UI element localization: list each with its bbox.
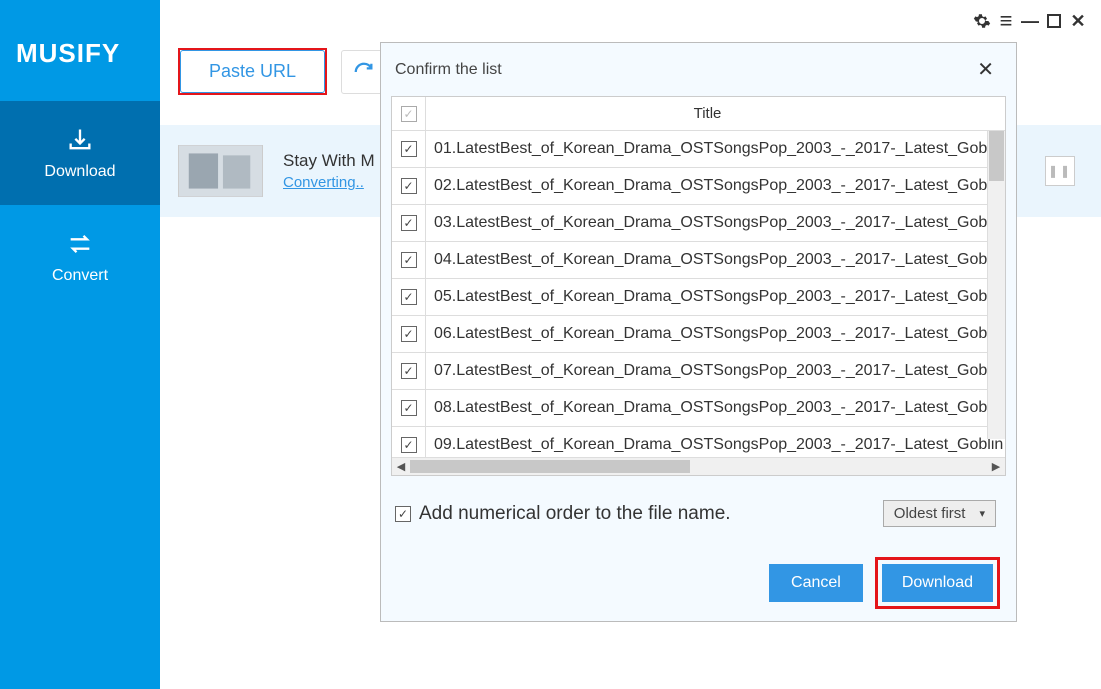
item-title: 03.LatestBest_of_Korean_Drama_OSTSongsPo… — [426, 214, 1003, 232]
item-title: 05.LatestBest_of_Korean_Drama_OSTSongsPo… — [426, 288, 1003, 306]
dialog-title: Confirm the list — [395, 61, 502, 79]
convert-icon — [65, 229, 95, 259]
list-item[interactable]: ✓ 05.LatestBest_of_Korean_Drama_OSTSongsP… — [392, 279, 1005, 316]
list-body: ✓ 01.LatestBest_of_Korean_Drama_OSTSongsP… — [392, 131, 1005, 457]
sort-order-select[interactable]: Oldest first ▾ — [883, 500, 996, 527]
numerical-order-option[interactable]: ✓ Add numerical order to the file name. — [395, 503, 731, 525]
list-item[interactable]: ✓ 03.LatestBest_of_Korean_Drama_OSTSongsP… — [392, 205, 1005, 242]
item-checkbox[interactable]: ✓ — [401, 178, 417, 194]
settings-icon[interactable] — [971, 10, 993, 32]
item-title: 01.LatestBest_of_Korean_Drama_OSTSongsPo… — [426, 140, 1003, 158]
sort-order-label: Oldest first — [894, 505, 966, 522]
item-checkbox[interactable]: ✓ — [401, 215, 417, 231]
list-item[interactable]: ✓ 08.LatestBest_of_Korean_Drama_OSTSongsP… — [392, 390, 1005, 427]
download-highlight: Download — [875, 557, 1000, 609]
paste-url-button[interactable]: Paste URL — [180, 50, 325, 93]
vertical-scroll-thumb[interactable] — [989, 131, 1004, 181]
maximize-icon[interactable] — [1043, 10, 1065, 32]
dialog-close-button[interactable]: ✕ — [973, 57, 998, 82]
item-checkbox[interactable]: ✓ — [401, 289, 417, 305]
minimize-icon[interactable]: — — [1019, 10, 1041, 32]
dialog-header: Confirm the list ✕ — [381, 43, 1016, 92]
sidebar: MUSIFY Download Convert — [0, 0, 160, 689]
download-icon — [65, 125, 95, 155]
confirm-list-dialog: Confirm the list ✕ ✓ Title ✓ 01.LatestBes… — [380, 42, 1017, 622]
column-title: Title — [426, 105, 1005, 122]
chevron-down-icon: ▾ — [979, 507, 985, 520]
download-button[interactable]: Download — [882, 564, 993, 602]
item-checkbox[interactable]: ✓ — [401, 363, 417, 379]
nav-convert-label: Convert — [52, 267, 108, 285]
numerical-order-checkbox[interactable]: ✓ — [395, 506, 411, 522]
list-item[interactable]: ✓ 01.LatestBest_of_Korean_Drama_OSTSongsP… — [392, 131, 1005, 168]
item-title: 02.LatestBest_of_Korean_Drama_OSTSongsPo… — [426, 177, 1003, 195]
item-title: 07.LatestBest_of_Korean_Drama_OSTSongsPo… — [426, 362, 1003, 380]
item-checkbox[interactable]: ✓ — [401, 252, 417, 268]
item-title: 04.LatestBest_of_Korean_Drama_OSTSongsPo… — [426, 251, 1003, 269]
file-list: ✓ Title ✓ 01.LatestBest_of_Korean_Drama_O… — [391, 96, 1006, 476]
vertical-scrollbar[interactable] — [987, 131, 1005, 439]
numerical-order-label: Add numerical order to the file name. — [419, 503, 731, 525]
scroll-left-arrow[interactable]: ◀ — [392, 458, 410, 475]
item-title: 09.LatestBest_of_Korean_Drama_OSTSongsPo… — [426, 436, 1003, 454]
refresh-icon — [353, 61, 375, 83]
horizontal-scroll-thumb[interactable] — [410, 460, 690, 473]
menu-icon[interactable]: ≡ — [995, 10, 1017, 32]
item-title: 08.LatestBest_of_Korean_Drama_OSTSongsPo… — [426, 399, 1003, 417]
scroll-right-arrow[interactable]: ▶ — [987, 458, 1005, 475]
pause-icon: ❚❚ — [1048, 164, 1072, 178]
track-thumbnail — [178, 145, 263, 197]
item-checkbox[interactable]: ✓ — [401, 400, 417, 416]
paste-url-highlight: Paste URL — [178, 48, 327, 95]
list-item[interactable]: ✓ 09.LatestBest_of_Korean_Drama_OSTSongsP… — [392, 427, 1005, 457]
options-row: ✓ Add numerical order to the file name. … — [381, 476, 1016, 537]
list-item[interactable]: ✓ 07.LatestBest_of_Korean_Drama_OSTSongsP… — [392, 353, 1005, 390]
list-item[interactable]: ✓ 02.LatestBest_of_Korean_Drama_OSTSongsP… — [392, 168, 1005, 205]
item-checkbox[interactable]: ✓ — [401, 326, 417, 342]
list-item[interactable]: ✓ 04.LatestBest_of_Korean_Drama_OSTSongsP… — [392, 242, 1005, 279]
item-checkbox[interactable]: ✓ — [401, 141, 417, 157]
nav-download-label: Download — [44, 163, 115, 181]
dialog-buttons: Cancel Download — [381, 537, 1016, 627]
list-item[interactable]: ✓ 06.LatestBest_of_Korean_Drama_OSTSongsP… — [392, 316, 1005, 353]
select-all-checkbox[interactable]: ✓ — [401, 106, 417, 122]
item-title: 06.LatestBest_of_Korean_Drama_OSTSongsPo… — [426, 325, 1003, 343]
app-logo: MUSIFY — [0, 0, 160, 101]
window-controls: ≡ — ✕ — [971, 10, 1089, 32]
nav-convert[interactable]: Convert — [0, 205, 160, 309]
cancel-button[interactable]: Cancel — [769, 564, 863, 602]
item-checkbox[interactable]: ✓ — [401, 437, 417, 453]
close-icon[interactable]: ✕ — [1067, 10, 1089, 32]
pause-button[interactable]: ❚❚ — [1045, 156, 1075, 186]
horizontal-scrollbar[interactable]: ◀ ▶ — [392, 457, 1005, 475]
list-header: ✓ Title — [392, 97, 1005, 131]
nav-download[interactable]: Download — [0, 101, 160, 205]
